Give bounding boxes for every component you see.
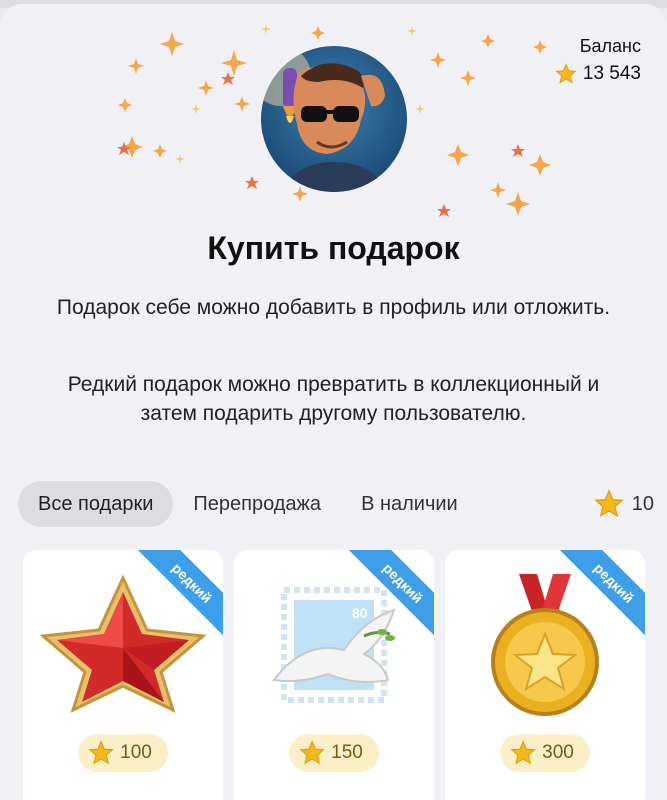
user-avatar (261, 46, 407, 192)
tab-in-stock[interactable]: В наличии (341, 481, 478, 527)
tab-resale[interactable]: Перепродажа (173, 481, 341, 527)
page-title: Купить подарок (207, 230, 460, 266)
description-rare: Редкий подарок можно превратить в коллек… (67, 373, 600, 425)
description-profile: Подарок себе можно добавить в профиль ил… (56, 296, 611, 319)
price-value: 100 (120, 742, 152, 763)
stars-filter-button[interactable]: 10 (594, 489, 658, 519)
gift-card-gold-medal[interactable]: редкий 300 (445, 550, 645, 800)
balance-label: Баланс (579, 36, 641, 56)
price-button[interactable]: 300 (500, 734, 590, 772)
gift-card-red-star[interactable]: редкий 100 (23, 550, 223, 800)
star-icon (510, 740, 536, 765)
star-icon (594, 489, 624, 518)
buy-gift-sheet: Баланс 13 543 Купить подарок Подарок себ… (0, 4, 667, 800)
star-icon (88, 740, 114, 765)
tab-all-gifts[interactable]: Все подарки (18, 481, 174, 527)
price-value: 150 (331, 742, 363, 763)
gift-card-dove-stamp[interactable]: редкий 80 150 (234, 550, 434, 800)
price-button[interactable]: 100 (78, 734, 168, 772)
balance-panel: Баланс 13 543 (555, 36, 641, 85)
svg-text:80: 80 (352, 605, 368, 621)
balance-amount: 13 543 (582, 63, 641, 84)
star-icon (299, 740, 325, 765)
gold-medal-gift-icon (491, 574, 599, 716)
gift-filter-tabs: Все подарки Перепродажа В наличии 10 (18, 481, 658, 527)
stars-filter-value: 10 (631, 492, 654, 515)
star-icon (555, 63, 577, 84)
red-star-gift-icon (39, 574, 207, 713)
price-button[interactable]: 150 (289, 734, 379, 772)
price-value: 300 (542, 742, 574, 763)
dove-stamp-gift-icon: 80 (272, 587, 396, 703)
